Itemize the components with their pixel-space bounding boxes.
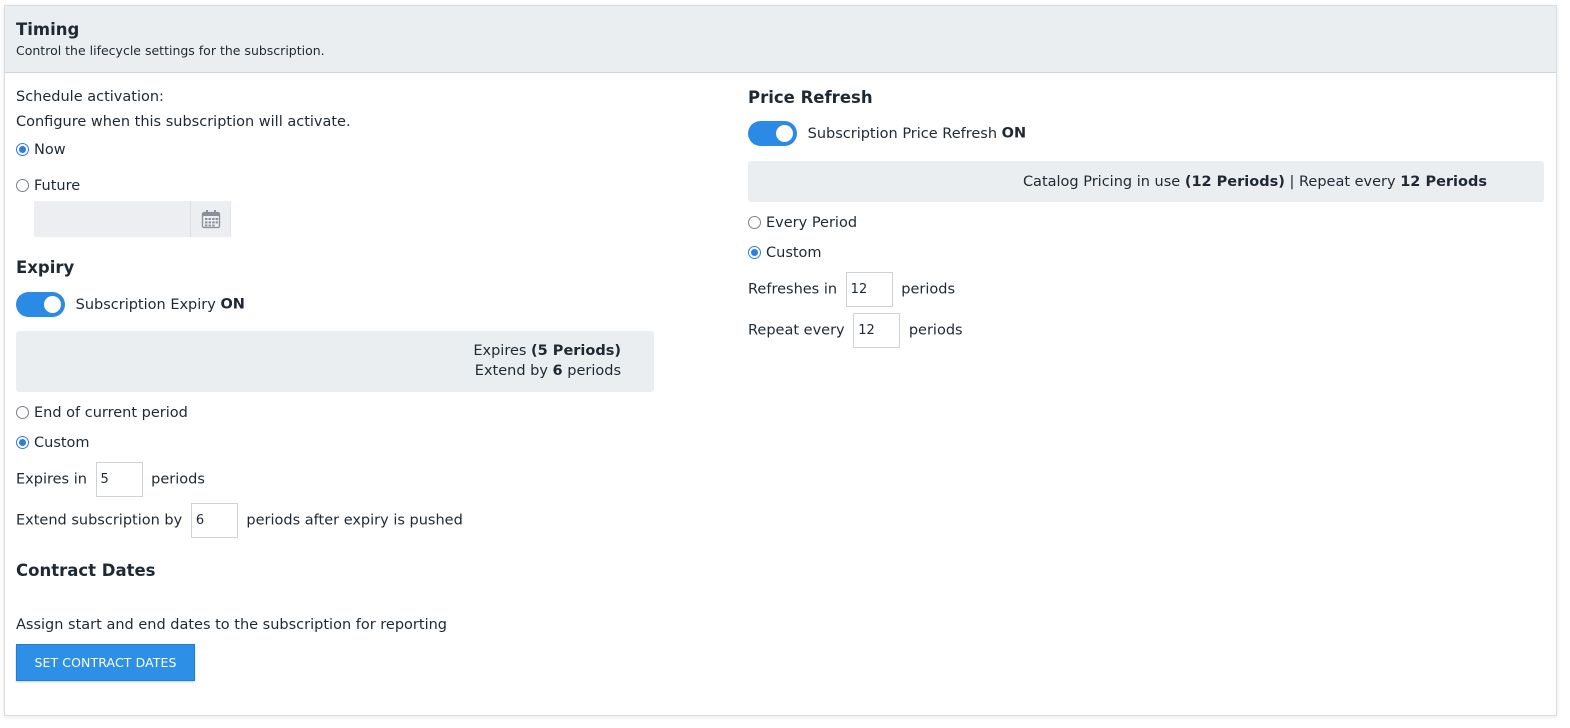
pricing-summary-repeat-label: Repeat every	[1298, 174, 1396, 190]
refreshes-in-label: Refreshes in	[748, 281, 838, 298]
price-refresh-toggle-row: Subscription Price Refresh ON	[748, 121, 1026, 146]
expiry-summary-line2: Extend by 6 periods	[475, 362, 621, 380]
expiry-summary-prefix: Expires	[473, 343, 527, 359]
extend-suffix: periods after expiry is pushed	[246, 512, 463, 529]
radio-now-label: Now	[34, 142, 66, 158]
pricing-summary-prefix: Catalog Pricing in use	[1022, 174, 1181, 190]
expiry-title: Expiry	[16, 258, 75, 277]
repeat-every-row: Repeat every 12 periods	[748, 313, 963, 348]
refreshes-in-suffix: periods	[901, 281, 956, 298]
repeat-every-suffix: periods	[908, 322, 963, 339]
expiry-summary: Expires (5 Periods) Extend by 6 periods	[16, 331, 654, 392]
contract-dates-description: Assign start and end dates to the subscr…	[16, 617, 447, 633]
extend-summary-suffix: periods	[567, 363, 621, 379]
radio-price-custom-label: Custom	[766, 245, 822, 261]
extend-summary-value: 6	[552, 363, 563, 379]
price-refresh-toggle-state: ON	[1001, 125, 1027, 142]
schedule-option-now[interactable]: Now	[16, 141, 66, 159]
schedule-option-future[interactable]: Future	[16, 177, 80, 195]
price-refresh-title: Price Refresh	[748, 88, 873, 107]
radio-now[interactable]	[16, 142, 29, 156]
expiry-toggle-row: Subscription Expiry ON	[16, 292, 245, 317]
price-refresh-summary: Catalog Pricing in use (12 Periods) | Re…	[748, 161, 1544, 202]
expires-in-suffix: periods	[151, 471, 205, 488]
extend-row: Extend subscription by 6 periods after e…	[16, 503, 463, 538]
expiry-option-custom[interactable]: Custom	[16, 434, 90, 452]
radio-expiry-custom[interactable]	[16, 435, 29, 449]
radio-end-of-period-label: End of current period	[34, 405, 188, 421]
radio-future[interactable]	[16, 178, 29, 192]
extend-label: Extend subscription by	[16, 512, 183, 529]
repeat-every-input[interactable]: 12	[853, 313, 901, 348]
radio-price-custom[interactable]	[748, 245, 761, 259]
radio-expiry-custom-label: Custom	[34, 435, 90, 451]
radio-future-label: Future	[34, 178, 81, 194]
set-contract-dates-button[interactable]: SET CONTRACT DATES	[16, 644, 195, 681]
price-refresh-toggle[interactable]	[748, 121, 797, 146]
extend-summary-prefix: Extend by	[474, 363, 548, 379]
expires-in-input[interactable]: 5	[95, 462, 143, 497]
expiry-summary-value: (5 Periods)	[531, 343, 621, 359]
price-option-every-period[interactable]: Every Period	[748, 214, 857, 232]
expiry-option-end-of-period[interactable]: End of current period	[16, 404, 188, 422]
expires-in-label: Expires in	[16, 471, 87, 488]
expiry-toggle-label: Subscription Expiry	[75, 296, 216, 313]
radio-every-period-label: Every Period	[766, 215, 858, 231]
price-option-custom[interactable]: Custom	[748, 244, 822, 262]
calendar-icon[interactable]	[190, 201, 230, 237]
timing-panel: Timing Control the lifecycle settings fo…	[4, 5, 1557, 716]
schedule-label: Schedule activation:	[16, 89, 164, 105]
refreshes-in-row: Refreshes in 12 periods	[748, 272, 955, 307]
panel-title: Timing	[16, 20, 80, 39]
pricing-summary-repeat-value: 12 Periods	[1400, 174, 1487, 190]
expires-in-row: Expires in 5 periods	[16, 462, 205, 497]
pricing-summary-periods: (12 Periods)	[1184, 174, 1285, 190]
radio-end-of-period[interactable]	[16, 405, 29, 419]
activation-date-input[interactable]	[34, 201, 231, 237]
contract-dates-title: Contract Dates	[16, 561, 156, 580]
expiry-summary-line1: Expires (5 Periods)	[473, 342, 621, 360]
pricing-summary-separator: |	[1289, 174, 1295, 190]
extend-input[interactable]: 6	[190, 503, 238, 538]
refreshes-in-input[interactable]: 12	[845, 272, 893, 307]
panel-header: Timing Control the lifecycle settings fo…	[5, 6, 1556, 73]
repeat-every-label: Repeat every	[748, 322, 845, 339]
schedule-description: Configure when this subscription will ac…	[16, 114, 351, 130]
price-refresh-summary-text: Catalog Pricing in use (12 Periods) | Re…	[1023, 173, 1487, 191]
panel-subtitle: Control the lifecycle settings for the s…	[16, 43, 325, 58]
expiry-toggle-state: ON	[220, 296, 245, 313]
price-refresh-toggle-label: Subscription Price Refresh	[807, 125, 998, 142]
expiry-toggle[interactable]	[16, 292, 65, 317]
radio-every-period[interactable]	[748, 215, 761, 229]
